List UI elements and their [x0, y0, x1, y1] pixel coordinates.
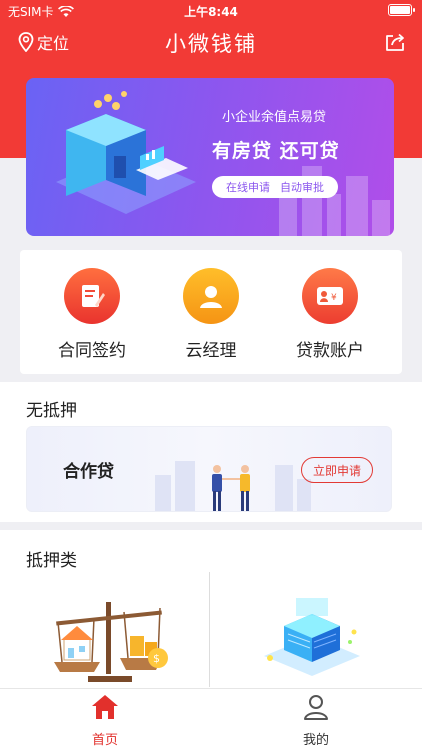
- bank-building-illustration[interactable]: [256, 598, 368, 680]
- cloud-manager-button[interactable]: 云经理: [156, 268, 266, 361]
- home-icon: [92, 695, 118, 719]
- share-icon: [386, 33, 404, 51]
- nav-bar: 定位 小微钱铺: [0, 22, 422, 62]
- business-meeting-illustration: [155, 461, 311, 511]
- tab-mine[interactable]: 我的: [261, 693, 371, 748]
- loan-account-button[interactable]: ¥ 贷款账户: [275, 268, 385, 361]
- loan-account-label: 贷款账户: [296, 341, 364, 361]
- status-time: 上午8:44: [184, 5, 238, 19]
- section-divider: [209, 572, 210, 687]
- svg-text:$: $: [153, 652, 160, 665]
- contract-icon: [64, 268, 120, 324]
- tag-online-apply: 在线申请: [226, 181, 270, 194]
- contract-sign-button[interactable]: 合同签约: [37, 268, 147, 361]
- apply-now-button[interactable]: 立即申请: [301, 457, 373, 483]
- user-icon: [304, 695, 328, 720]
- cooperative-loan-title: 合作贷: [63, 462, 114, 482]
- cloud-manager-label: 云经理: [185, 341, 237, 361]
- banner-headline: 有房贷 还可贷: [212, 140, 340, 162]
- promo-banner[interactable]: 小企业余值点易贷 有房贷 还可贷 在线申请 自动审批: [26, 78, 394, 236]
- tag-auto-approve: 自动审批: [280, 181, 324, 194]
- contract-sign-label: 合同签约: [58, 341, 126, 361]
- battery-icon: [388, 4, 415, 16]
- status-bar: 无SIM卡 上午8:44: [0, 0, 422, 22]
- tab-home[interactable]: 首页: [50, 693, 160, 748]
- secured-title: 抵押类: [26, 551, 77, 571]
- svg-text:¥: ¥: [331, 293, 337, 303]
- building-computer-illustration: [56, 91, 196, 214]
- cooperative-loan-card[interactable]: 合作贷 立即申请: [26, 426, 392, 512]
- tab-mine-label: 我的: [302, 733, 329, 748]
- tab-bar: 首页 我的: [0, 688, 422, 750]
- page-title: 小微钱铺: [165, 32, 257, 56]
- unsecured-title: 无抵押: [26, 401, 77, 421]
- account-icon: ¥: [302, 268, 358, 324]
- manager-icon: [183, 268, 239, 324]
- scale-house-coins-illustration[interactable]: $: [48, 598, 172, 684]
- banner-tags: 在线申请 自动审批: [212, 176, 338, 198]
- share-button[interactable]: [384, 32, 406, 56]
- tab-home-label: 首页: [91, 733, 118, 748]
- banner-subtitle: 小企业余值点易贷: [222, 110, 327, 125]
- quick-entry-card: 合同签约 云经理 ¥ 贷款账户: [20, 250, 402, 374]
